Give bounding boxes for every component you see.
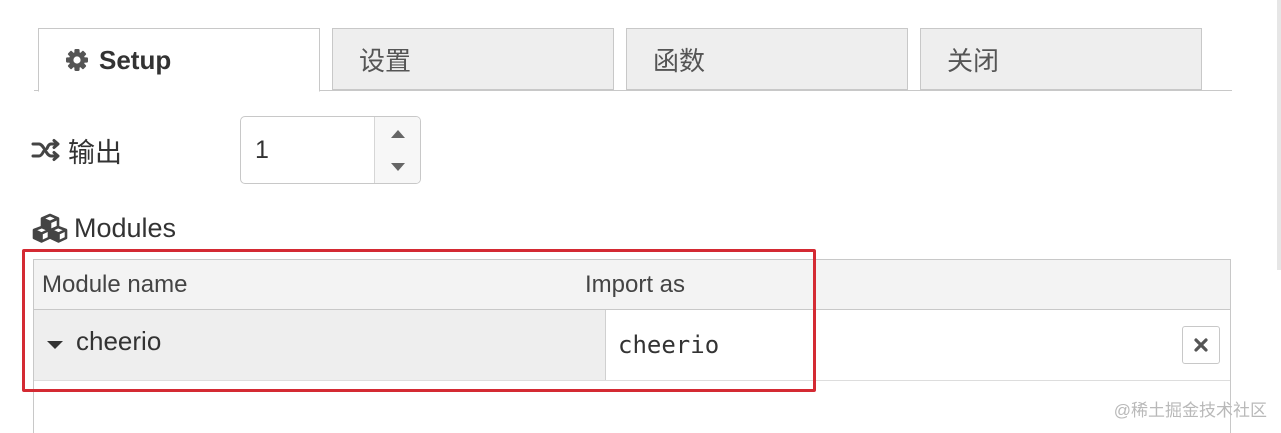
stepper-up-button[interactable] (375, 117, 420, 150)
outputs-label: 输出 (68, 137, 122, 168)
modules-label-row: Modules (32, 208, 176, 248)
modules-label: Modules (74, 212, 177, 243)
tab-close-label: 关闭 (947, 45, 1000, 76)
outputs-value[interactable]: 1 (255, 117, 269, 183)
scrollbar[interactable] (1277, 0, 1281, 270)
import-as-input[interactable]: cheerio (618, 324, 719, 366)
caret-down-icon (390, 162, 405, 171)
cubes-icon (32, 213, 68, 243)
tab-function[interactable]: 函数 (626, 28, 908, 90)
outputs-label-row: 输出 (30, 130, 122, 170)
remove-module-button[interactable] (1182, 326, 1220, 364)
caret-down-icon (46, 340, 64, 350)
watermark: @稀土掘金技术社区 (1113, 401, 1267, 420)
tab-setup[interactable]: Setup (38, 28, 320, 92)
column-header-module-name: Module name (42, 271, 188, 298)
stepper-buttons (374, 117, 420, 183)
gear-icon (63, 46, 91, 74)
tab-setup-label: Setup (99, 44, 172, 75)
table-row: cheerio cheerio (34, 310, 1230, 381)
tab-settings[interactable]: 设置 (332, 28, 614, 90)
modules-table-header: Module name Import as (34, 260, 1230, 310)
module-name-value: cheerio (76, 325, 162, 356)
modules-table: Module name Import as cheerio cheerio (33, 259, 1231, 433)
tab-function-label: 函数 (653, 45, 706, 76)
column-header-import-as: Import as (585, 271, 686, 298)
close-icon (1194, 338, 1208, 352)
module-name-select[interactable]: cheerio (34, 310, 606, 380)
caret-up-icon (390, 129, 405, 138)
tab-settings-label: 设置 (359, 45, 412, 76)
stepper-down-button[interactable] (375, 150, 420, 183)
shuffle-icon (30, 136, 62, 164)
tab-close[interactable]: 关闭 (920, 28, 1202, 90)
outputs-stepper[interactable]: 1 (240, 116, 421, 184)
